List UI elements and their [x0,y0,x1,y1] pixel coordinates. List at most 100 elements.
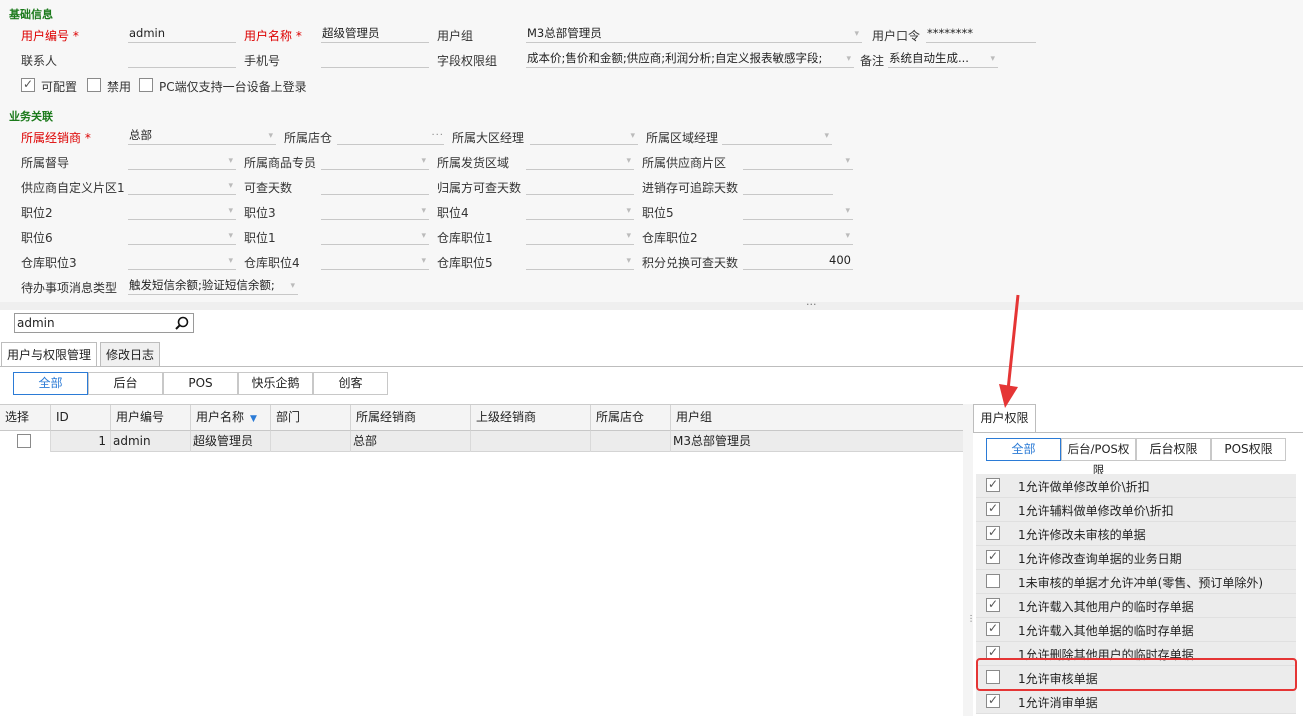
supplier-custom-select[interactable] [128,178,236,195]
pos1-select[interactable] [321,228,429,245]
goods-specialist-select[interactable] [321,153,429,170]
store-browse-icon[interactable]: ··· [431,128,444,143]
permission-item[interactable]: 1允许修改查询单据的业务日期 [976,546,1296,570]
row-select-checkbox[interactable] [17,434,31,448]
vertical-splitter[interactable]: ··· [963,404,975,716]
user-no-field[interactable]: admin [128,26,236,43]
wh-pos1-select[interactable] [526,228,634,245]
permission-checkbox[interactable] [986,574,1000,588]
view-days-field[interactable] [321,178,429,195]
permission-item[interactable]: 1允许修改未审核的单据 [976,522,1296,546]
perm-filter-backend-pos-button[interactable]: 后台/POS权限 [1061,438,1136,477]
cell-user-name: 超级管理员 [191,431,271,452]
remark-label: 备注 [860,54,885,68]
password-field[interactable]: ******** [926,26,1036,43]
user-name-label: 用户名称 * [244,29,302,43]
pos4-select[interactable] [526,203,634,220]
wh-pos4-select[interactable] [321,253,429,270]
pos5-label: 职位5 [642,206,674,220]
filter-pos-button[interactable]: POS [163,372,238,395]
group-select[interactable]: M3总部管理员 [526,26,862,43]
permission-item[interactable]: 1未审核的单据才允许冲单(零售、预订单除外) [976,570,1296,594]
col-group[interactable]: 用户组 [671,405,964,431]
points-days-field[interactable]: 400 [743,253,853,270]
permission-label: 1未审核的单据才允许冲单(零售、预订单除外) [1018,576,1263,590]
contact-label: 联系人 [21,54,58,68]
pos5-select[interactable] [743,203,853,220]
view-days-label: 可查天数 [244,181,293,195]
permission-item[interactable]: 1允许载入其他用户的临时存单据 [976,594,1296,618]
col-parent-dealer[interactable]: 上级经销商 [471,405,591,431]
user-table: 选择 ID 用户编号 用户名称 ▼ 部门 所属经销商 上级经销商 所属店仓 用户组… [0,404,964,716]
tab-change-log[interactable]: 修改日志 [100,342,161,367]
col-dealer[interactable]: 所属经销商 [351,405,471,431]
ship-area-select[interactable] [526,153,634,170]
horizontal-splitter[interactable]: ··· [0,298,1303,311]
permission-checkbox[interactable] [986,477,1000,492]
contact-field[interactable] [128,51,236,68]
configurable-label: 可配置 [41,80,78,94]
store-field[interactable]: ··· [337,128,444,145]
configurable-checkbox[interactable] [21,77,35,92]
pos2-select[interactable] [128,203,236,220]
permission-item[interactable]: 1允许辅料做单修改单价\折扣 [976,498,1296,522]
permission-label: 1允许做单修改单价\折扣 [1018,480,1150,494]
permission-checkbox[interactable] [986,621,1000,636]
pos1-label: 职位1 [244,231,276,245]
permission-item[interactable]: 1允许载入其他单据的临时存单据 [976,618,1296,642]
col-user-name[interactable]: 用户名称 ▼ [191,405,271,431]
permission-label: 1允许载入其他单据的临时存单据 [1018,624,1194,638]
col-store[interactable]: 所属店仓 [591,405,671,431]
perm-filter-all-button[interactable]: 全部 [986,438,1061,461]
permission-checkbox[interactable] [986,597,1000,612]
col-select[interactable]: 选择 [0,405,51,431]
permission-checkbox[interactable] [986,549,1000,564]
dealer-label: 所属经销商 * [21,131,91,145]
permission-item[interactable]: 1允许消审单据 [976,690,1296,714]
wh-pos3-select[interactable] [128,253,236,270]
wh-pos5-select[interactable] [526,253,634,270]
col-dept[interactable]: 部门 [271,405,351,431]
filter-backend-button[interactable]: 后台 [88,372,163,395]
table-row[interactable]: 1 admin 超级管理员 总部 M3总部管理员 [0,431,964,452]
area-mgr-select[interactable] [722,128,832,145]
todo-type-select[interactable]: 触发短信余额;验证短信余额; [128,278,298,295]
disabled-checkbox[interactable] [87,78,101,92]
permission-checkbox[interactable] [986,693,1000,708]
cell-store [591,431,671,452]
phone-field[interactable] [321,51,429,68]
perm-filter-backend-button[interactable]: 后台权限 [1136,438,1211,461]
user-name-field[interactable]: 超级管理员 [321,26,429,43]
supplier-area-select[interactable] [743,153,853,170]
remark-field[interactable]: 系统自动生成... [888,51,998,68]
dealer-select[interactable]: 总部 [128,128,276,145]
trace-days-field[interactable] [743,178,833,195]
tab-user-permission[interactable]: 用户与权限管理 [1,342,98,367]
wh-pos1-label: 仓库职位1 [437,231,493,245]
field-perm-select[interactable]: 成本价;售价和金额;供应商;利润分析;自定义报表敏感字段; [526,51,854,68]
search-icon[interactable] [175,316,189,330]
user-no-label: 用户编号 * [21,29,79,43]
filter-happy-penguin-button[interactable]: 快乐企鹅 [238,372,313,395]
wh-pos2-select[interactable] [743,228,853,245]
pc-single-device-checkbox[interactable] [139,78,153,92]
group-label: 用户组 [437,29,474,43]
region-mgr-select[interactable] [530,128,638,145]
search-input[interactable]: admin [14,313,194,333]
filter-maker-button[interactable]: 创客 [313,372,388,395]
supplier-area-label: 所属供应商片区 [642,156,727,170]
col-user-no[interactable]: 用户编号 [111,405,191,431]
col-id[interactable]: ID [51,405,111,431]
pos6-select[interactable] [128,228,236,245]
owner-view-days-label: 归属方可查天数 [437,181,522,195]
supervisor-select[interactable] [128,153,236,170]
permission-item[interactable]: 1允许做单修改单价\折扣 [976,474,1296,498]
pos3-select[interactable] [321,203,429,220]
perm-filter-pos-button[interactable]: POS权限 [1211,438,1286,461]
permission-checkbox[interactable] [986,525,1000,540]
pos6-label: 职位6 [21,231,53,245]
filter-all-button[interactable]: 全部 [13,372,88,395]
row-select-cell[interactable] [0,431,51,452]
owner-view-days-field[interactable] [526,178,634,195]
permission-checkbox[interactable] [986,501,1000,516]
